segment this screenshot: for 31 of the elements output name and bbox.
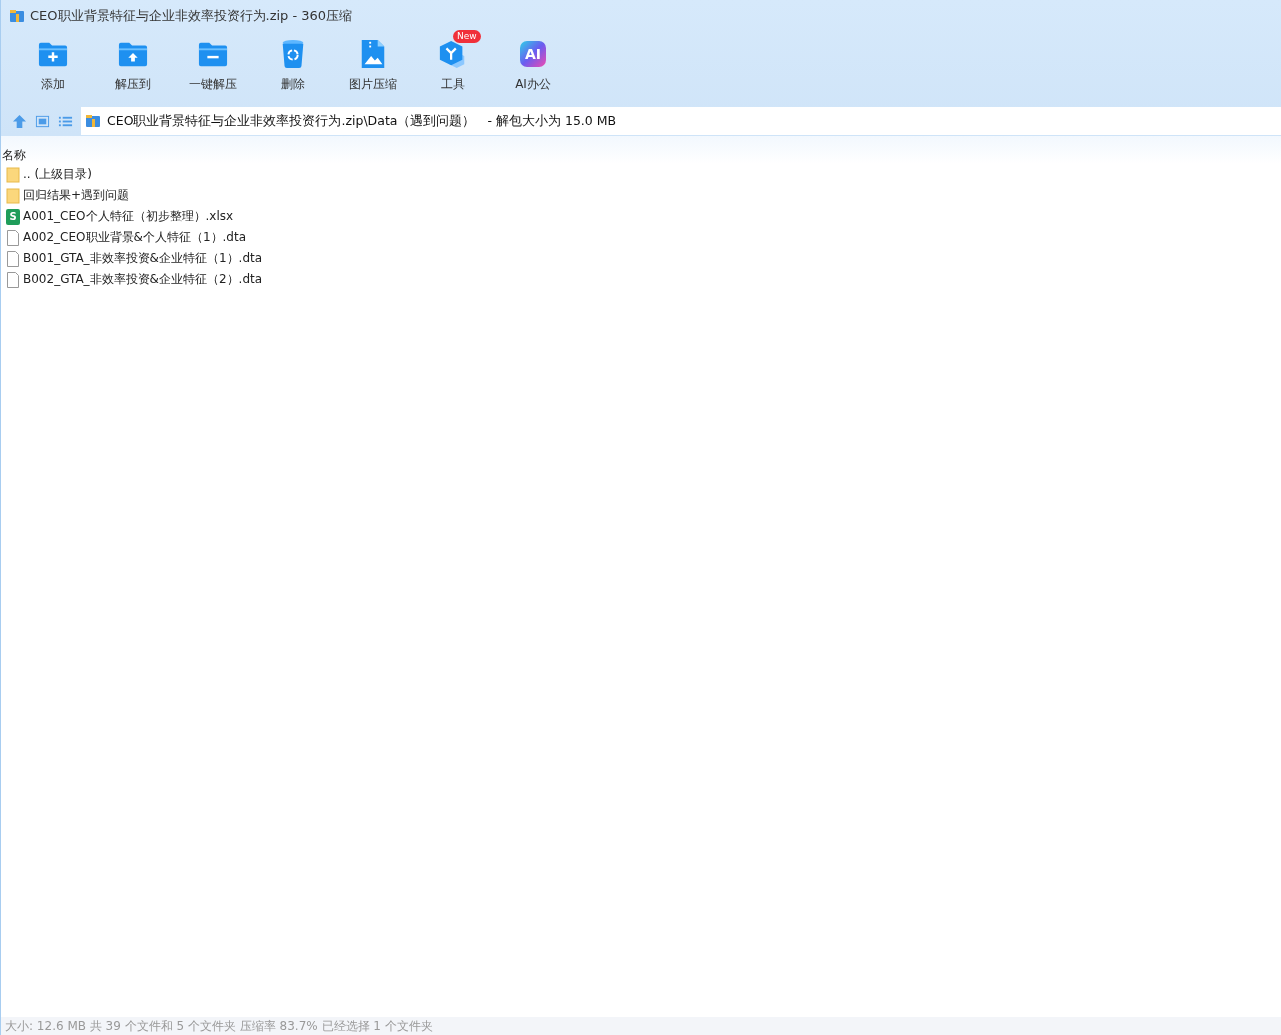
toolbar-button[interactable]: 一键解压 bbox=[173, 32, 253, 106]
folder-icon bbox=[6, 166, 20, 183]
status-bar: 大小: 12.6 MB 共 39 个文件和 5 个文件夹 压缩率 83.7% 已经选择 1 个文件夹 bbox=[1, 1017, 1281, 1035]
file-row[interactable]: B001_GTA_非效率投资&企业特征（1）.dta bbox=[1, 248, 1281, 269]
up-arrow-icon[interactable] bbox=[12, 113, 27, 129]
blank-file-icon bbox=[6, 229, 20, 246]
toolbar-button[interactable]: 添加 bbox=[13, 32, 93, 106]
folder-icon bbox=[6, 187, 20, 204]
toolbar-button[interactable]: 解压到 bbox=[93, 32, 173, 106]
toolbar-button[interactable]: AI AI办公 bbox=[493, 32, 573, 106]
file-row[interactable]: A002_CEO职业背景&个人特征（1）.dta bbox=[1, 227, 1281, 248]
window-title: CEO职业背景特征与企业非效率投资行为.zip - 360压缩 bbox=[30, 7, 353, 25]
blank-file-icon bbox=[6, 271, 20, 288]
archive-path: CEO职业背景特征与企业非效率投资行为.zip\Data（遇到问题） bbox=[107, 112, 476, 130]
thumbnail-view-icon[interactable] bbox=[35, 113, 50, 129]
file-row[interactable]: S A001_CEO个人特征（初步整理）.xlsx bbox=[1, 206, 1281, 227]
blank-file-icon bbox=[6, 250, 20, 267]
file-row[interactable]: .. (上级目录) bbox=[1, 164, 1281, 185]
file-row[interactable]: B002_GTA_非效率投资&企业特征（2）.dta bbox=[1, 269, 1281, 290]
ai-icon: AI bbox=[520, 41, 546, 67]
address-field[interactable]: CEO职业背景特征与企业非效率投资行为.zip\Data（遇到问题） - 解包大小为 15.0 MB bbox=[81, 107, 1281, 135]
column-header[interactable]: 名称 bbox=[1, 147, 26, 164]
archive-icon bbox=[85, 113, 101, 129]
toolbar-button[interactable]: 图片压缩 bbox=[333, 32, 413, 106]
file-row[interactable]: 回归结果+遇到问题 bbox=[1, 185, 1281, 206]
spreadsheet-file-icon: S bbox=[6, 208, 20, 225]
new-badge: New bbox=[453, 30, 481, 43]
unpacked-size: - 解包大小为 15.0 MB bbox=[487, 112, 617, 130]
archive-icon bbox=[9, 8, 25, 24]
toolbar-button[interactable]: 删除 bbox=[253, 32, 333, 106]
toolbar-button[interactable]: New 工具 bbox=[413, 32, 493, 106]
